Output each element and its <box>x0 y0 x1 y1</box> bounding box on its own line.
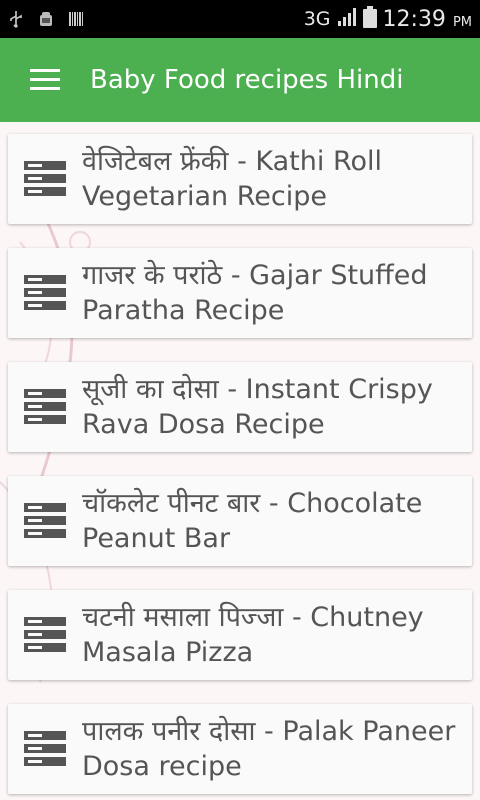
hamburger-menu-icon[interactable] <box>0 38 90 122</box>
recipe-title-line2: Rava Dosa Recipe <box>82 409 325 440</box>
clock-time: 12:39 <box>382 6 446 32</box>
recipe-title-line2: Vegetarian Recipe <box>82 181 327 212</box>
clock-ampm: PM <box>452 14 472 30</box>
list-item[interactable]: पालक पनीर दोसा - Palak Paneer Dosa recip… <box>8 704 472 794</box>
app-bar: Baby Food recipes Hindi <box>0 38 480 122</box>
list-item[interactable]: चॉकलेट पीनट बार - Chocolate Peanut Bar <box>8 476 472 566</box>
recipe-title-line1: चॉकलेट पीनट बार - Chocolate <box>82 488 423 519</box>
recipe-title-line1: चटनी मसाला पिज्जा - Chutney <box>82 602 424 633</box>
list-item[interactable]: सूजी का दोसा - Instant Crispy Rava Dosa … <box>8 362 472 452</box>
recipe-title-line1: सूजी का दोसा - Instant Crispy <box>82 374 433 405</box>
signal-icon <box>337 7 357 31</box>
list-item[interactable]: चटनी मसाला पिज्जा - Chutney Masala Pizza <box>8 590 472 680</box>
recipe-title: वेजिटेबल फ्रेंकी - Kathi Roll Vegetarian… <box>82 144 388 214</box>
android-debug-icon <box>38 10 54 28</box>
list-item-icon <box>8 275 82 311</box>
list-item[interactable]: वेजिटेबल फ्रेंकी - Kathi Roll Vegetarian… <box>8 134 472 224</box>
list-item-icon <box>8 389 82 425</box>
recipe-title-line1: पालक पनीर दोसा - Palak Paneer <box>82 716 456 747</box>
app-title: Baby Food recipes Hindi <box>90 65 404 95</box>
recipe-title-line2: Peanut Bar <box>82 523 231 554</box>
list-item-icon <box>8 617 82 653</box>
recipe-title-line1: वेजिटेबल फ्रेंकी - Kathi Roll <box>82 146 383 177</box>
list-item-icon <box>8 503 82 539</box>
recipe-title-line1: गाजर के परांठे - Gajar Stuffed <box>82 260 428 291</box>
barcode-icon <box>68 10 84 28</box>
list-item-icon <box>8 731 82 767</box>
clock: 12:39 PM <box>383 7 472 32</box>
recipe-title-line2: Masala Pizza <box>82 637 254 668</box>
recipe-title: चटनी मसाला पिज्जा - Chutney Masala Pizza <box>82 600 430 670</box>
recipe-title-line2: Dosa recipe <box>82 751 242 782</box>
battery-icon <box>362 6 377 32</box>
network-type: 3G <box>303 8 331 30</box>
list-item-icon <box>8 161 82 197</box>
recipe-title: सूजी का दोसा - Instant Crispy Rava Dosa … <box>82 372 439 442</box>
recipe-title: पालक पनीर दोसा - Palak Paneer Dosa recip… <box>82 714 461 784</box>
recipe-title-line2: Paratha Recipe <box>82 295 285 326</box>
recipe-list: वेजिटेबल फ्रेंकी - Kathi Roll Vegetarian… <box>8 134 472 800</box>
usb-icon <box>8 10 24 28</box>
recipe-title: गाजर के परांठे - Gajar Stuffed Paratha R… <box>82 258 434 328</box>
recipe-title: चॉकलेट पीनट बार - Chocolate Peanut Bar <box>82 486 428 556</box>
list-item[interactable]: गाजर के परांठे - Gajar Stuffed Paratha R… <box>8 248 472 338</box>
status-bar: 3G 12:39 PM <box>0 0 480 38</box>
